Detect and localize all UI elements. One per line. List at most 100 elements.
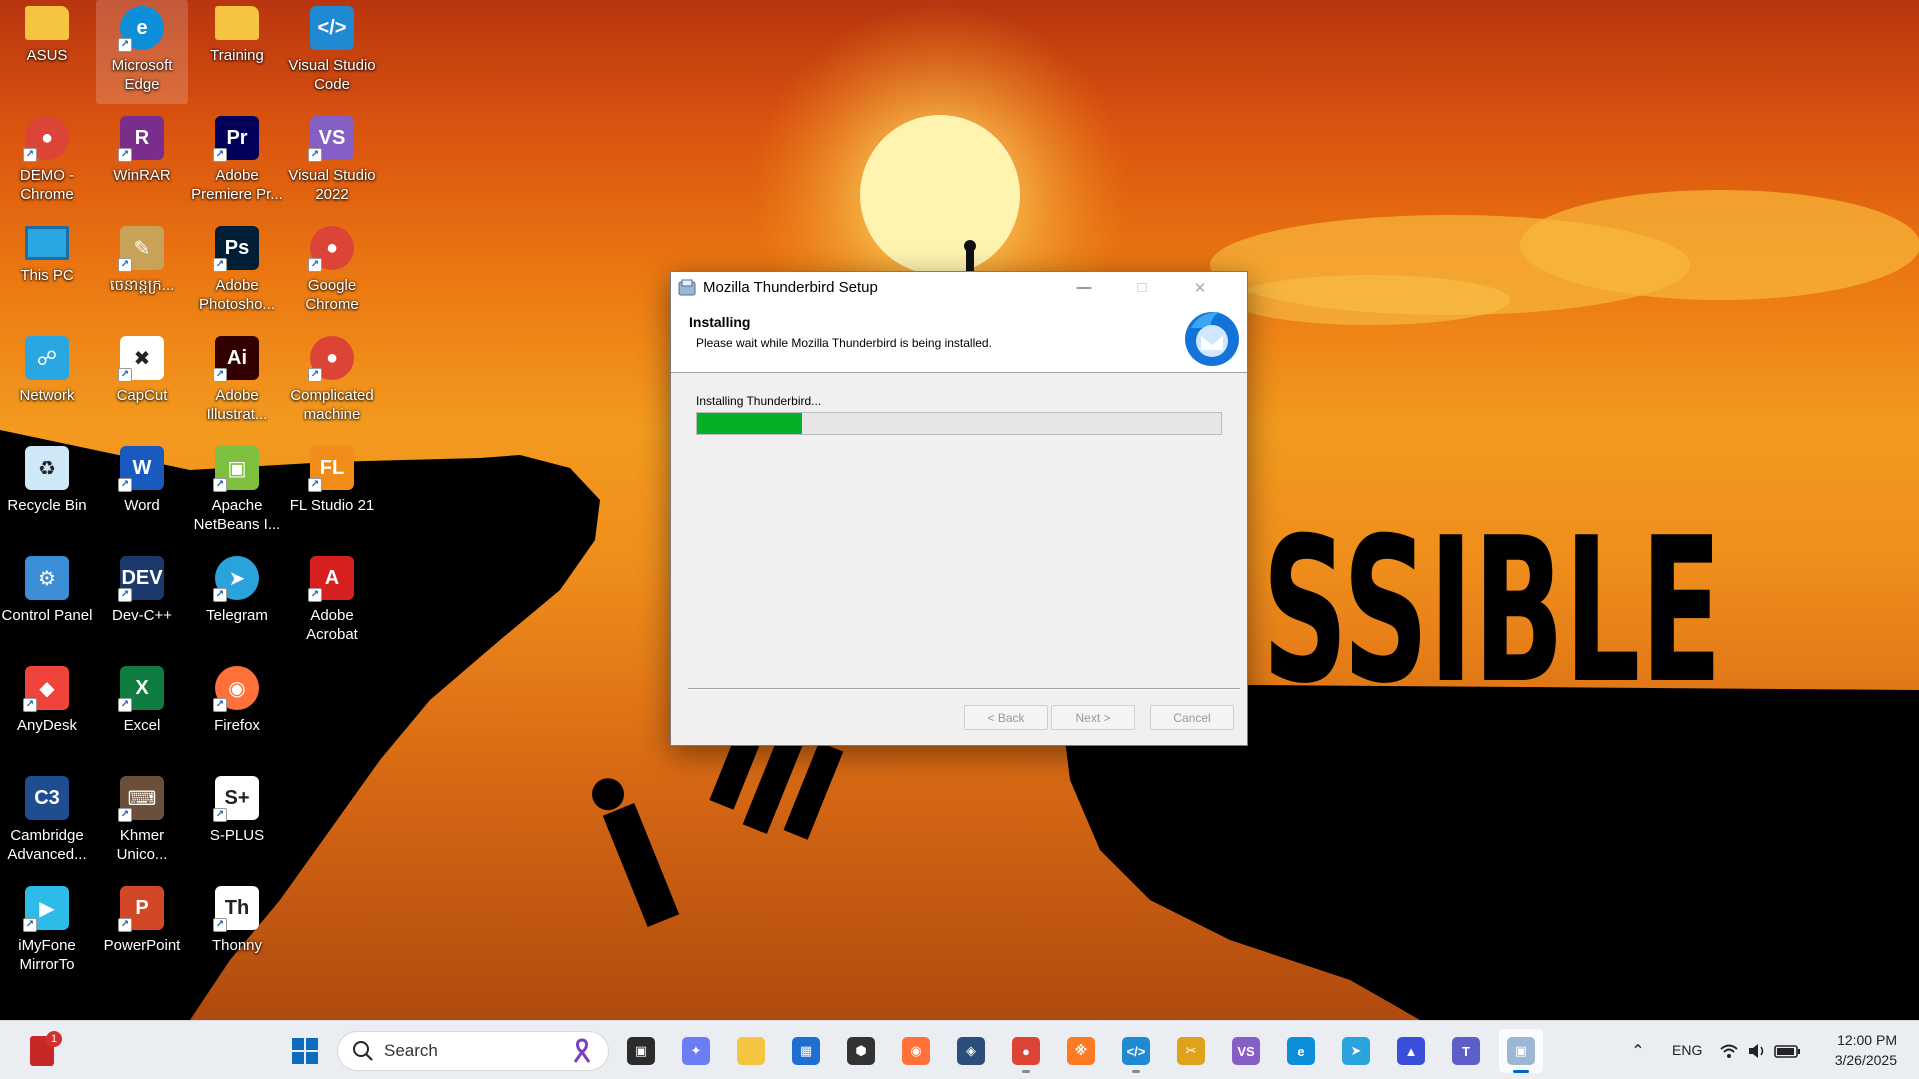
- notification-badge: 1: [46, 1031, 62, 1047]
- vscode-icon: </>: [310, 6, 354, 50]
- taskbar-installer-taskbar-button[interactable]: ▣: [1499, 1029, 1543, 1073]
- taskbar-telegram-button[interactable]: ➤: [1334, 1029, 1378, 1073]
- desktop-icon-adobe-photosho[interactable]: Ps ↗ Adobe Photosho...: [191, 220, 283, 324]
- desktop-icon-apache-netbeans-i[interactable]: ▣ ↗ Apache NetBeans I...: [191, 440, 283, 544]
- taskbar-snipping-tool-button[interactable]: ✂: [1169, 1029, 1213, 1073]
- taskbar-file-explorer-button[interactable]: [729, 1029, 773, 1073]
- desktop-icon-label: CapCut: [116, 387, 168, 404]
- edge-icon: e: [1287, 1037, 1315, 1065]
- firefox-icon: ◉: [902, 1037, 930, 1065]
- taskbar-copilot-button[interactable]: ✦: [674, 1029, 718, 1073]
- taskbar: 1 Search ▣ ✦ ▦ ⬢ ◉ ◈ ● ※ </> ✂ VS e ➤ ▲ T ▣ ⌃ ENG: [0, 1020, 1919, 1079]
- taskbar-unity-button[interactable]: ⬢: [839, 1029, 883, 1073]
- desktop-icon-powerpoint[interactable]: P ↗ PowerPoint: [96, 880, 188, 984]
- desktop-icon-adobe-premiere-pr[interactable]: Pr ↗ Adobe Premiere Pr...: [191, 110, 283, 214]
- running-indicator: [1513, 1070, 1529, 1073]
- taskbar-xampp-button[interactable]: ※: [1059, 1029, 1103, 1073]
- minimize-icon: —: [1076, 279, 1092, 296]
- desktop-icon-asus[interactable]: ASUS: [1, 0, 93, 104]
- mirrorto-icon: ▶ ↗: [23, 886, 69, 932]
- powerpoint-icon: P ↗: [118, 886, 164, 932]
- desktop-icon-training[interactable]: Training: [191, 0, 283, 104]
- desktop-icon-label: AnyDesk: [16, 717, 78, 734]
- desktop-icon-s-plus[interactable]: S+ ↗ S-PLUS: [191, 770, 283, 874]
- desktop-icon-winrar[interactable]: R ↗ WinRAR: [96, 110, 188, 214]
- close-icon: ✕: [1193, 279, 1207, 297]
- desktop-icon-adobe-illustrat[interactable]: Ai ↗ Adobe Illustrat...: [191, 330, 283, 434]
- desktop-icon-label: FL Studio 21: [289, 497, 375, 514]
- taskbar-task-view-button[interactable]: ▣: [619, 1029, 663, 1073]
- taskbar-chrome-button[interactable]: ●: [1004, 1029, 1048, 1073]
- taskbar-remote-app-button[interactable]: ▲: [1389, 1029, 1433, 1073]
- desktop-icon-anydesk[interactable]: ◆ ↗ AnyDesk: [1, 660, 93, 764]
- desktop-icon-capcut[interactable]: ✖ ↗ CapCut: [96, 330, 188, 434]
- desktop-icon-google-chrome[interactable]: ● ↗ Google Chrome: [286, 220, 378, 324]
- thonny-icon: Th ↗: [213, 886, 259, 932]
- taskbar-search-box[interactable]: Search: [337, 1031, 609, 1071]
- taskbar-visual-studio-button[interactable]: VS: [1224, 1029, 1268, 1073]
- chevron-up-icon: ⌃: [1631, 1043, 1645, 1060]
- shortcut-arrow-icon: ↗: [213, 808, 227, 822]
- taskbar-firefox-button[interactable]: ◉: [894, 1029, 938, 1073]
- taskbar-vscode-button[interactable]: </>: [1114, 1029, 1158, 1073]
- shortcut-arrow-icon: ↗: [118, 368, 132, 382]
- desktop-icon-microsoft-edge[interactable]: e ↗ Microsoft Edge: [96, 0, 188, 104]
- desktop-icon-label: PowerPoint: [103, 937, 181, 954]
- taskbar-edge-button[interactable]: e: [1279, 1029, 1323, 1073]
- desktop-icon-excel[interactable]: X ↗ Excel: [96, 660, 188, 764]
- footer-divider: [688, 688, 1240, 690]
- desktop-icon-visual-studio-2022[interactable]: VS ↗ Visual Studio 2022: [286, 110, 378, 214]
- minimize-button[interactable]: —: [1055, 272, 1113, 303]
- taskbar-dbeaver-button[interactable]: ◈: [949, 1029, 993, 1073]
- input-language[interactable]: ENG: [1672, 1042, 1702, 1058]
- edge-icon: e ↗: [118, 6, 164, 52]
- window-titlebar[interactable]: Mozilla Thunderbird Setup — □ ✕: [671, 272, 1247, 303]
- desktop-icon-demo-chrome[interactable]: ● ↗ DEMO - Chrome: [1, 110, 93, 214]
- start-button[interactable]: [283, 1029, 327, 1073]
- system-tray-status[interactable]: [1716, 1029, 1808, 1073]
- running-indicator: [1022, 1070, 1030, 1073]
- cald3-icon: C3: [25, 776, 69, 820]
- next-button[interactable]: Next >: [1051, 705, 1135, 730]
- desktop-icon-complicated-machine[interactable]: ● ↗ Complicated machine: [286, 330, 378, 434]
- desktop-icon-[interactable]: ✎ ↗ ចេនាន្តក្រ...: [96, 220, 188, 324]
- desktop-icon-word[interactable]: W ↗ Word: [96, 440, 188, 544]
- desktop-icon-label: Complicated machine: [290, 387, 374, 423]
- desktop-icon-this-pc[interactable]: This PC: [1, 220, 93, 324]
- desktop-icon-label: Adobe Illustrat...: [206, 387, 268, 423]
- back-button[interactable]: < Back: [964, 705, 1048, 730]
- monitor-icon: [25, 226, 69, 260]
- taskbar-microsoft-store-button[interactable]: ▦: [784, 1029, 828, 1073]
- shortcut-arrow-icon: ↗: [118, 258, 132, 272]
- clock-time[interactable]: 12:00 PM: [1837, 1032, 1897, 1048]
- desktop-icon-firefox[interactable]: ◉ ↗ Firefox: [191, 660, 283, 764]
- desktop-icon-adobe-acrobat[interactable]: A ↗ Adobe Acrobat: [286, 550, 378, 654]
- close-button[interactable]: ✕: [1171, 272, 1229, 303]
- desktop-icon-recycle-bin[interactable]: ♻ Recycle Bin: [1, 440, 93, 544]
- show-hidden-icons-button[interactable]: ⌃: [1620, 1029, 1656, 1073]
- desktop-icon-khmer-unico[interactable]: ⌨ ↗ Khmer Unico...: [96, 770, 188, 874]
- desktop-icon-telegram[interactable]: ➤ ↗ Telegram: [191, 550, 283, 654]
- desktop-icon-visual-studio-code[interactable]: </> Visual Studio Code: [286, 0, 378, 104]
- desktop-icon-label: ASUS: [26, 47, 68, 64]
- unity-icon: ⬢: [847, 1037, 875, 1065]
- desktop-icon-imyfone-mirrorto[interactable]: ▶ ↗ iMyFone MirrorTo: [1, 880, 93, 984]
- installer-app-icon: [678, 279, 696, 295]
- cancel-button[interactable]: Cancel: [1150, 705, 1234, 730]
- wifi-icon: [1720, 1044, 1738, 1058]
- recycle-bin-icon: ♻: [25, 446, 69, 490]
- folder-icon: [25, 6, 69, 40]
- header-subtitle: Please wait while Mozilla Thunderbird is…: [696, 336, 992, 350]
- desktop-icon-cambridge-advanced[interactable]: C3 Cambridge Advanced...: [1, 770, 93, 874]
- desktop-icon-dev-c[interactable]: DEV ↗ Dev-C++: [96, 550, 188, 654]
- tray-icons: [1720, 1044, 1800, 1058]
- clock-date[interactable]: 3/26/2025: [1835, 1052, 1897, 1068]
- desktop-icon-thonny[interactable]: Th ↗ Thonny: [191, 880, 283, 984]
- maximize-button[interactable]: □: [1113, 272, 1171, 303]
- desktop-icon-control-panel[interactable]: ⚙ Control Panel: [1, 550, 93, 654]
- desktop-icon-network[interactable]: ☍ Network: [1, 330, 93, 434]
- widgets-button[interactable]: 1: [20, 1029, 64, 1073]
- desktop-icon-fl-studio-21[interactable]: FL ↗ FL Studio 21: [286, 440, 378, 544]
- taskbar-teams-button[interactable]: T: [1444, 1029, 1488, 1073]
- maximize-icon: □: [1137, 279, 1147, 296]
